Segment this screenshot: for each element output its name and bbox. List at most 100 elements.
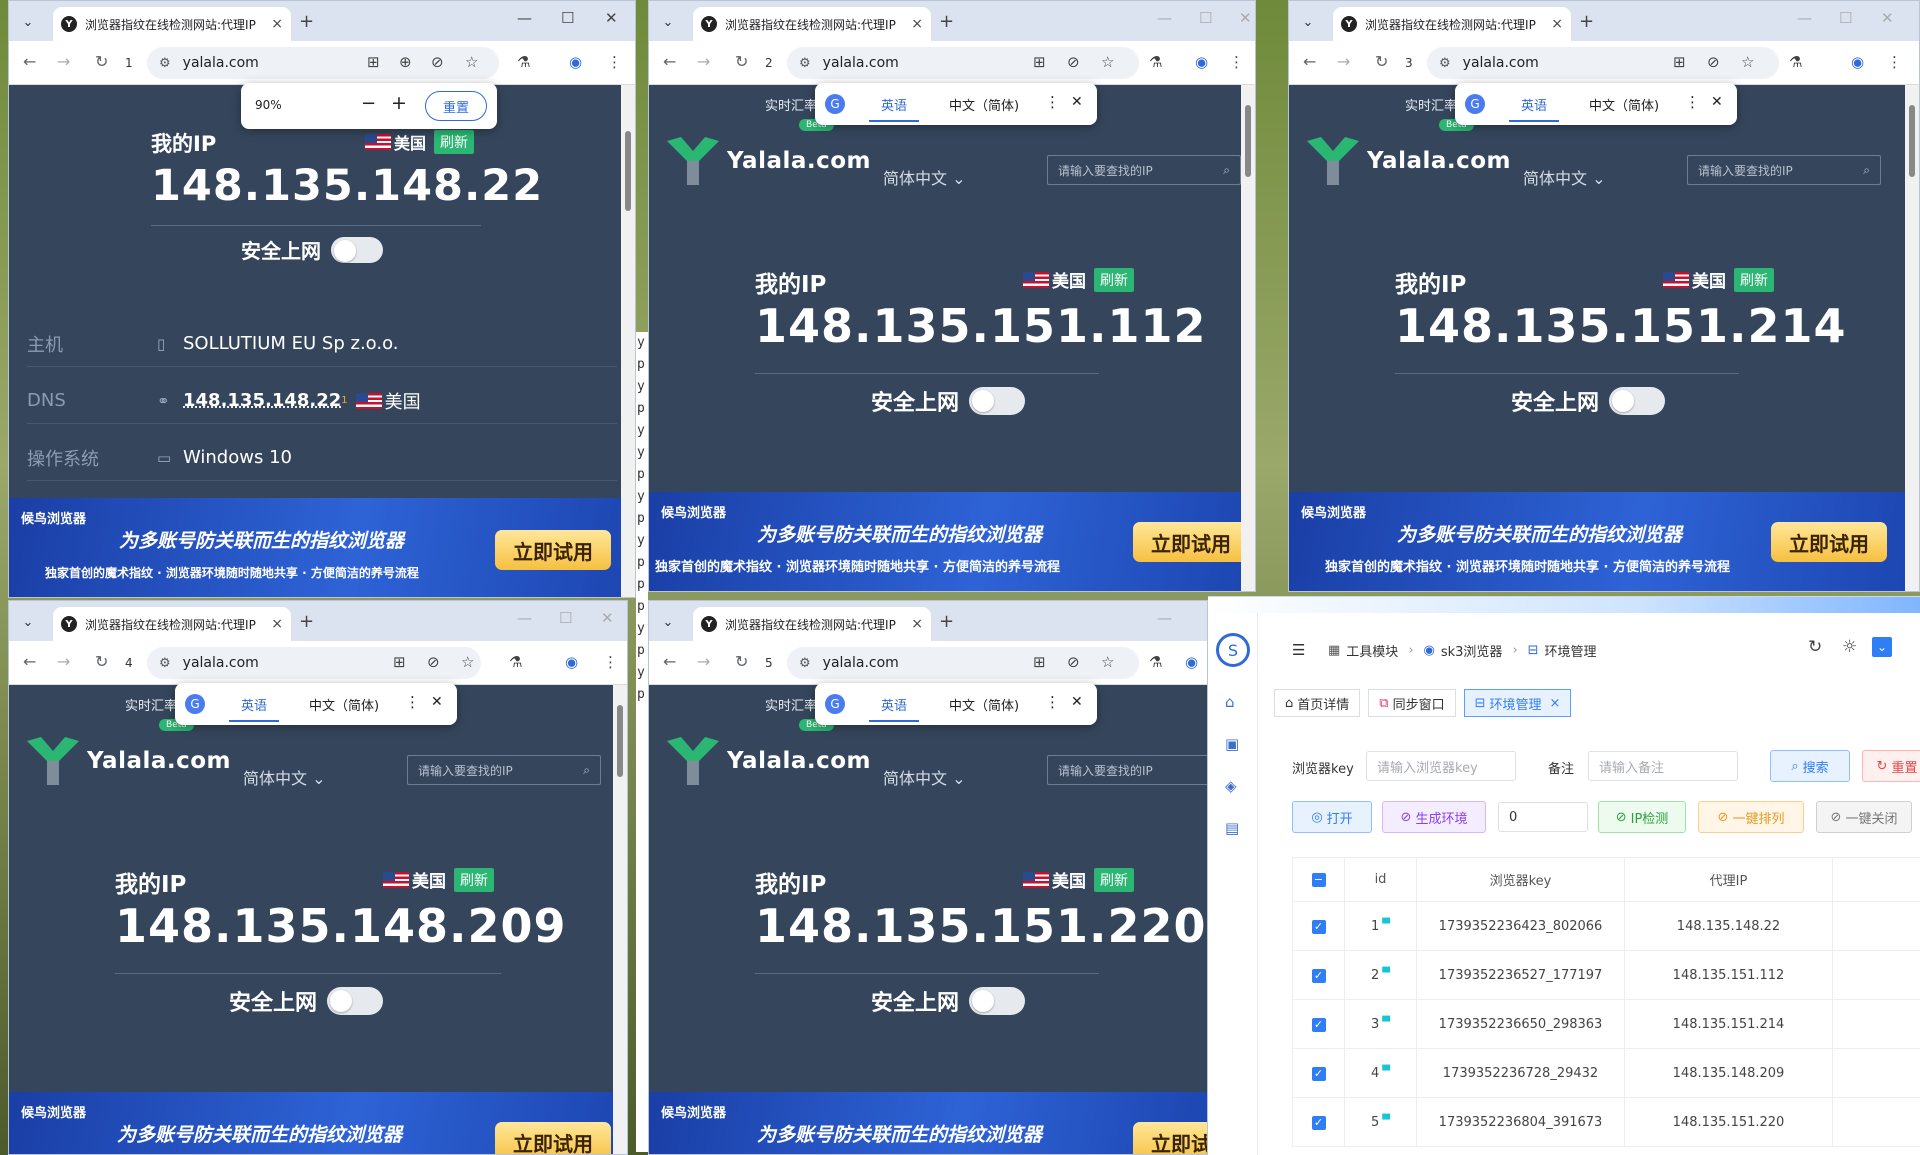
translate-close-button[interactable]: ✕ bbox=[1071, 694, 1083, 710]
select-all-checkbox[interactable]: − bbox=[1311, 873, 1326, 887]
refresh-button[interactable]: 刷新 bbox=[1094, 867, 1134, 892]
tracking-protection-icon[interactable]: ⊘ bbox=[431, 53, 444, 71]
scroll-thumb[interactable] bbox=[625, 131, 631, 211]
table-row[interactable]: ✓ 4 ▀ 1739352236728_29432 148.135.148.209 bbox=[1292, 1048, 1920, 1098]
table-row[interactable]: ✓ 3 ▀ 1739352236650_298363 148.135.151.21… bbox=[1292, 999, 1920, 1049]
layers-icon[interactable]: ◈ bbox=[1225, 777, 1237, 795]
column-header[interactable]: 浏览器key bbox=[1416, 857, 1625, 902]
page-scrollbar[interactable] bbox=[613, 685, 627, 1154]
refresh-button[interactable]: 刷新 bbox=[1094, 267, 1134, 292]
tab-list-button[interactable]: ⌄ bbox=[15, 609, 41, 635]
translate-tab-english[interactable]: 英语 bbox=[1509, 95, 1560, 122]
back-button[interactable]: ← bbox=[23, 652, 36, 671]
browser-tab[interactable]: Y 浏览器指纹在线检测网站:代理IP × bbox=[693, 7, 931, 41]
row-checkbox[interactable]: ✓ bbox=[1311, 1017, 1326, 1032]
refresh-button[interactable]: 刷新 bbox=[1734, 267, 1774, 292]
table-row[interactable]: ✓ 5 ▀ 1739352236804_391673 148.135.151.22… bbox=[1292, 1097, 1920, 1147]
tab-close-button[interactable]: × bbox=[911, 616, 923, 632]
search-icon[interactable]: ⌕ bbox=[1223, 163, 1230, 178]
tab-close-button[interactable]: × bbox=[1551, 16, 1563, 32]
safe-browsing-toggle[interactable] bbox=[969, 987, 1026, 1015]
language-selector[interactable]: 简体中文 ⌄ bbox=[243, 765, 326, 789]
close-window-button[interactable]: ✕ bbox=[1881, 9, 1894, 27]
scroll-thumb[interactable] bbox=[1245, 105, 1251, 177]
translate-icon[interactable]: ⊞ bbox=[1673, 53, 1686, 71]
site-logo[interactable]: Yalala.com bbox=[667, 737, 871, 785]
menu-icon[interactable]: ⋮ bbox=[1229, 53, 1244, 71]
forward-button[interactable]: → bbox=[697, 52, 710, 71]
translate-more-button[interactable]: ⋮ bbox=[1045, 93, 1060, 111]
browser-tab[interactable]: Y 浏览器指纹在线检测网站:代理IP × bbox=[53, 7, 291, 41]
safe-browsing-toggle[interactable] bbox=[327, 987, 384, 1015]
bookmark-star-icon[interactable]: ☆ bbox=[1101, 53, 1114, 71]
translate-close-button[interactable]: ✕ bbox=[431, 694, 443, 710]
search-icon[interactable]: ⌕ bbox=[583, 763, 590, 778]
labs-flask-icon[interactable]: ⚗ bbox=[517, 53, 530, 71]
labs-flask-icon[interactable]: ⚗ bbox=[1789, 53, 1802, 71]
menu-icon[interactable]: ⋮ bbox=[603, 653, 618, 671]
page-scrollbar[interactable] bbox=[1905, 85, 1919, 591]
close-window-button[interactable]: ✕ bbox=[1239, 9, 1252, 27]
language-selector[interactable]: 简体中文 ⌄ bbox=[883, 765, 966, 789]
site-logo[interactable]: Yalala.com bbox=[27, 737, 231, 785]
bookmark-star-icon[interactable]: ☆ bbox=[1741, 53, 1754, 71]
ip-search-input[interactable]: 请输入要查找的IP⌕ bbox=[1047, 755, 1207, 785]
site-info-icon[interactable]: ⚙ bbox=[1439, 56, 1451, 71]
try-now-button[interactable]: 立即试用 bbox=[1133, 1122, 1207, 1154]
forward-button[interactable]: → bbox=[697, 652, 710, 671]
address-bar[interactable]: ⚙ yalala.com bbox=[1427, 47, 1779, 79]
breadcrumb-item[interactable]: 工具模块 bbox=[1346, 641, 1398, 660]
menu-icon[interactable]: ⋮ bbox=[1887, 53, 1902, 71]
profile-icon[interactable]: ◉ bbox=[569, 53, 582, 71]
address-bar[interactable]: ⚙ yalala.com bbox=[787, 47, 1139, 79]
back-button[interactable]: ← bbox=[23, 52, 36, 71]
tracking-protection-icon[interactable]: ⊘ bbox=[1707, 53, 1720, 71]
language-selector[interactable]: 简体中文 ⌄ bbox=[1523, 165, 1606, 189]
refresh-button[interactable]: 刷新 bbox=[434, 130, 475, 154]
search-icon[interactable]: ⌕ bbox=[1863, 163, 1870, 178]
row-checkbox[interactable]: ✓ bbox=[1311, 919, 1326, 934]
back-button[interactable]: ← bbox=[663, 652, 676, 671]
tab-close-button[interactable]: × bbox=[911, 16, 923, 32]
translate-tab-chinese[interactable]: 中文（简体) bbox=[949, 95, 1019, 114]
safe-browsing-toggle[interactable] bbox=[331, 236, 383, 263]
close-window-button[interactable]: ✕ bbox=[605, 9, 618, 27]
close-all-button[interactable]: ⊘ 一键关闭 bbox=[1816, 801, 1912, 833]
row-checkbox[interactable]: ✓ bbox=[1311, 968, 1326, 983]
generate-env-button[interactable]: ⊘ 生成环境 bbox=[1382, 801, 1486, 833]
maximize-button[interactable]: ☐ bbox=[1199, 9, 1212, 27]
dns-ip[interactable]: 148.135.148.22 bbox=[183, 390, 341, 411]
collapse-menu-icon[interactable]: ☰ bbox=[1292, 641, 1305, 659]
breadcrumb-item[interactable]: sk3浏览器 bbox=[1441, 641, 1503, 660]
search-button[interactable]: ⌕ 搜索 bbox=[1770, 750, 1850, 782]
site-info-icon[interactable]: ⚙ bbox=[799, 656, 811, 671]
browser-tab[interactable]: Y 浏览器指纹在线检测网站:代理IP × bbox=[1333, 7, 1571, 41]
maximize-button[interactable]: ☐ bbox=[561, 9, 574, 27]
home-icon[interactable]: ⌂ bbox=[1225, 693, 1235, 711]
tab-list-button[interactable]: ⌄ bbox=[655, 609, 681, 635]
maximize-button[interactable]: ☐ bbox=[559, 609, 572, 627]
ad-banner[interactable]: 候鸟浏览器 为多账号防关联而生的指纹浏览器 独家首创的魔术指纹 · 浏览器环境随… bbox=[9, 498, 635, 597]
ip-check-button[interactable]: ⊘ IP检测 bbox=[1598, 801, 1686, 833]
new-tab-button[interactable]: + bbox=[299, 11, 314, 32]
translate-icon[interactable]: ⊞ bbox=[1033, 653, 1046, 671]
tab-env-management[interactable]: ⊟ 环境管理 × bbox=[1463, 689, 1572, 717]
reload-button[interactable]: ↻ bbox=[735, 52, 748, 71]
translate-tab-chinese[interactable]: 中文（简体) bbox=[1589, 95, 1659, 114]
try-now-button[interactable]: 立即试用 bbox=[1133, 522, 1249, 562]
open-button[interactable]: ◎ 打开 bbox=[1292, 801, 1372, 833]
tab-list-button[interactable]: ⌄ bbox=[655, 9, 681, 35]
browser-tab[interactable]: Y 浏览器指纹在线检测网站:代理IP × bbox=[53, 607, 291, 641]
minimize-button[interactable]: — bbox=[1797, 9, 1812, 27]
address-bar[interactable]: ⚙ yalala.com bbox=[787, 647, 1139, 679]
tab-home-details[interactable]: ⌂ 首页详情 bbox=[1274, 689, 1361, 717]
tab-sync-window[interactable]: ⧉ 同步窗口 bbox=[1368, 689, 1456, 717]
translate-tab-english[interactable]: 英语 bbox=[229, 695, 280, 722]
new-tab-button[interactable]: + bbox=[299, 611, 314, 632]
refresh-button[interactable]: 刷新 bbox=[454, 867, 494, 892]
site-info-icon[interactable]: ⚙ bbox=[159, 656, 171, 671]
close-window-button[interactable]: ✕ bbox=[601, 609, 614, 627]
new-tab-button[interactable]: + bbox=[939, 11, 954, 32]
env-count-input[interactable]: 0 bbox=[1498, 802, 1588, 832]
tab-close-button[interactable]: × bbox=[271, 616, 283, 632]
